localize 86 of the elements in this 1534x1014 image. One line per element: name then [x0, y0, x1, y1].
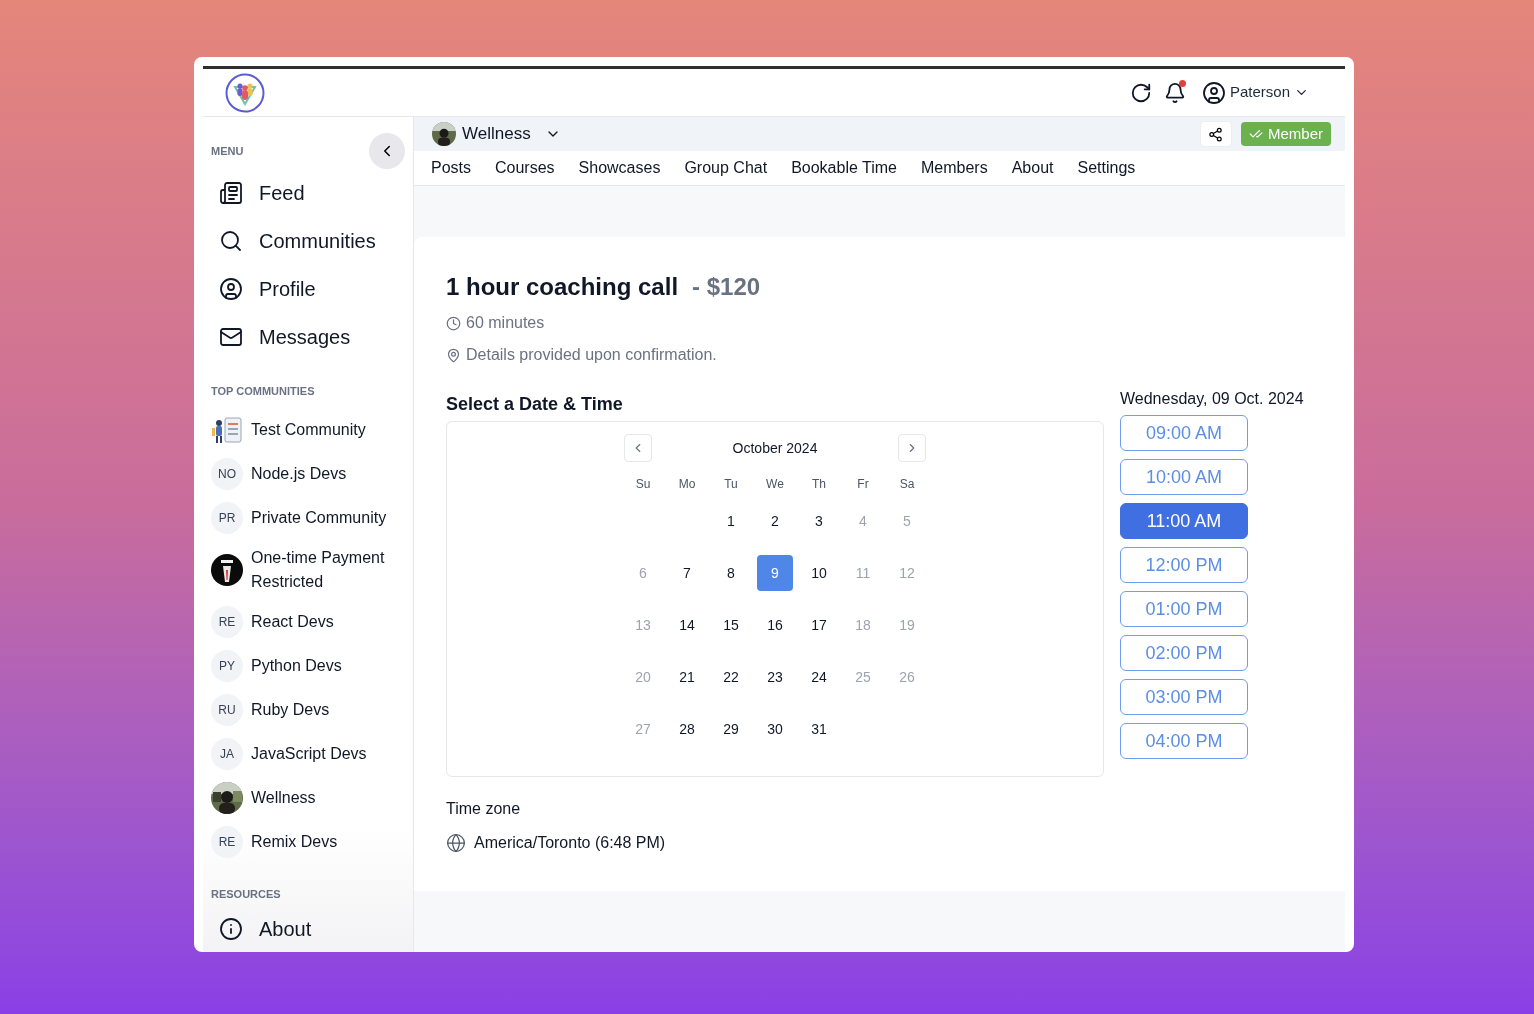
tab[interactable]: Courses: [495, 151, 555, 185]
share-button[interactable]: [1200, 121, 1232, 147]
community-avatar: RE: [211, 825, 243, 858]
community-selector[interactable]: Wellness: [432, 121, 561, 147]
sidebar-item[interactable]: Feed: [211, 169, 413, 217]
community-avatar: RU: [211, 693, 243, 726]
community-avatar: RE: [211, 605, 243, 638]
section-label: MENU: [211, 143, 244, 159]
community-item[interactable]: RE Remix Devs: [211, 825, 413, 858]
tab[interactable]: Posts: [431, 151, 471, 185]
calendar-day[interactable]: 28: [669, 711, 705, 747]
calendar-day[interactable]: 3: [801, 503, 837, 539]
selected-date: Wednesday, 09 Oct. 2024: [1120, 389, 1304, 409]
weekday-label: Tu: [723, 476, 739, 493]
tab[interactable]: Members: [921, 151, 988, 185]
calendar-day[interactable]: 9: [757, 555, 793, 591]
weekday-label: Th: [811, 476, 827, 493]
calendar-day[interactable]: 21: [669, 659, 705, 695]
info-icon: [219, 917, 243, 941]
community-item[interactable]: One-time Payment Restricted: [211, 545, 413, 594]
community-avatar: PY: [211, 649, 243, 682]
timezone-value: America/Toronto (6:48 PM): [474, 833, 666, 853]
share-icon: [1208, 126, 1224, 142]
sidebar-item[interactable]: About: [211, 914, 413, 944]
logo-icon: [225, 72, 265, 113]
double-check-icon: [1249, 127, 1263, 141]
clock-icon: [446, 315, 461, 331]
community-item[interactable]: Wellness: [211, 781, 413, 814]
community-item[interactable]: PR Private Community: [211, 501, 413, 534]
globe-icon: [446, 833, 466, 853]
calendar-day[interactable]: 22: [713, 659, 749, 695]
tab[interactable]: Bookable Time: [791, 151, 897, 185]
time-slot-button[interactable]: 11:00 AM: [1120, 503, 1248, 539]
tab[interactable]: About: [1011, 151, 1054, 185]
bell-icon[interactable]: [1163, 81, 1186, 104]
event-location: Details provided upon confirmation.: [466, 345, 717, 365]
weekday-label: Su: [634, 476, 652, 493]
calendar-day[interactable]: 17: [801, 607, 837, 643]
community-avatar: PR: [211, 501, 243, 534]
community-item[interactable]: NO Node.js Devs: [211, 457, 413, 490]
tab[interactable]: Settings: [1077, 151, 1136, 185]
calendar-day[interactable]: 14: [669, 607, 705, 643]
timezone-label: Time zone: [446, 799, 522, 819]
community-avatar: NO: [211, 457, 243, 490]
tab[interactable]: Showcases: [578, 151, 661, 185]
sidebar-item[interactable]: Profile: [211, 265, 413, 313]
weekday-label: Sa: [898, 476, 916, 493]
calendar-day[interactable]: 30: [757, 711, 793, 747]
event-title: 1 hour coaching call: [446, 272, 679, 302]
weekday-label: We: [765, 476, 785, 493]
event-price: - $120: [692, 272, 761, 302]
calendar-day[interactable]: 1: [713, 503, 749, 539]
community-item[interactable]: PY Python Devs: [211, 649, 413, 682]
community-item[interactable]: RE React Devs: [211, 605, 413, 638]
user-menu[interactable]: Paterson: [1201, 80, 1309, 105]
section-heading: Select a Date & Time: [446, 393, 624, 416]
newspaper-icon: [219, 181, 243, 205]
calendar-day[interactable]: 24: [801, 659, 837, 695]
refresh-icon[interactable]: [1129, 81, 1152, 104]
search-icon: [219, 229, 243, 253]
community-item[interactable]: RU Ruby Devs: [211, 693, 413, 726]
section-label: TOP COMMUNITIES: [211, 384, 316, 399]
community-avatar: JA: [211, 737, 243, 770]
weekday-label: Mo: [677, 476, 697, 493]
sidebar-item[interactable]: Communities: [211, 217, 413, 265]
calendar-day[interactable]: 15: [713, 607, 749, 643]
section-label: RESOURCES: [211, 886, 282, 902]
user-circle-icon: [1201, 80, 1226, 105]
community-item[interactable]: JA JavaScript Devs: [211, 737, 413, 770]
calendar-day[interactable]: 16: [757, 607, 793, 643]
calendar-day[interactable]: 29: [713, 711, 749, 747]
calendar-day[interactable]: 7: [669, 555, 705, 591]
calendar-day[interactable]: 8: [713, 555, 749, 591]
month-label: October 2024: [732, 438, 818, 458]
community-item[interactable]: Test Community: [211, 413, 413, 446]
user-circle-icon: [219, 277, 243, 301]
mail-icon: [219, 325, 243, 349]
sidebar-item[interactable]: Messages: [211, 313, 413, 361]
location-pin-icon: [446, 347, 461, 363]
calendar-day[interactable]: 2: [757, 503, 793, 539]
event-duration: 60 minutes: [466, 313, 545, 333]
calendar-day[interactable]: 23: [757, 659, 793, 695]
tab[interactable]: Group Chat: [684, 151, 768, 185]
calendar-day[interactable]: 31: [801, 711, 837, 747]
calendar-day[interactable]: 10: [801, 555, 837, 591]
weekday-label: Fr: [856, 476, 870, 493]
